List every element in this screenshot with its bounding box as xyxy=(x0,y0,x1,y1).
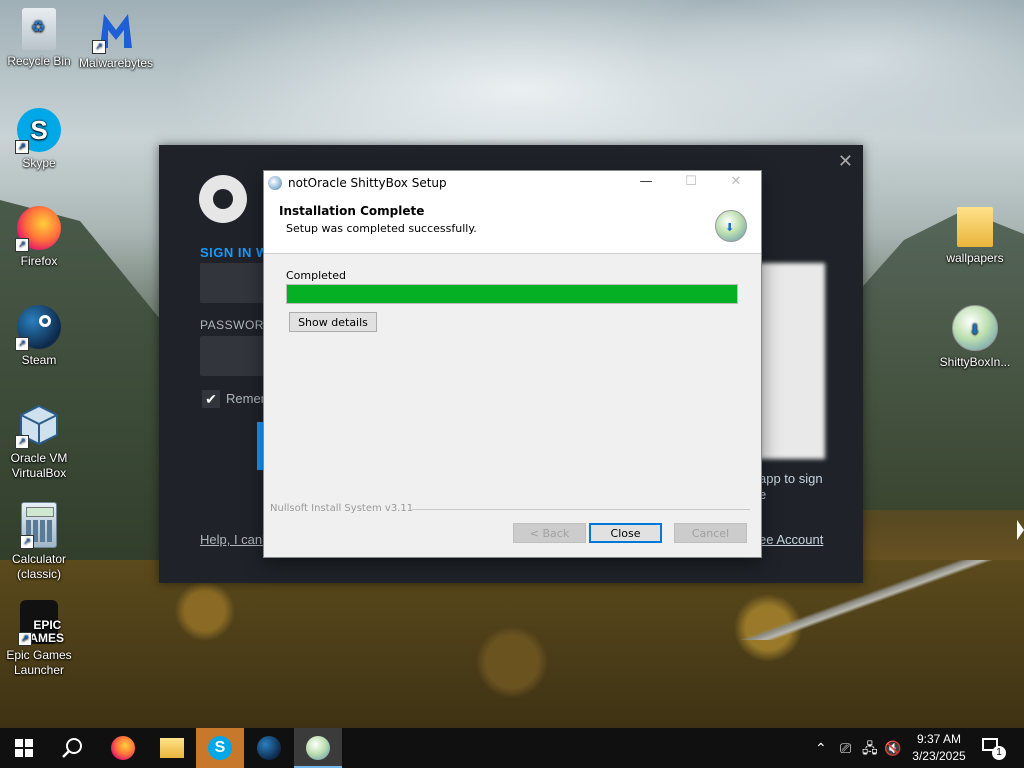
desktop-icon-skype[interactable]: S ↗ Skype xyxy=(1,108,77,171)
start-button[interactable] xyxy=(0,728,48,768)
installer-icon: ⬇ xyxy=(952,305,998,351)
desktop-icon-recycle-bin[interactable]: ♻ Recycle Bin xyxy=(1,8,77,69)
steam-qr-code xyxy=(759,263,825,459)
steam-app-sign-in-text: app to sign e xyxy=(759,471,823,502)
virtualbox-icon: ↗ xyxy=(15,403,61,449)
dialog-title: notOracle ShittyBox Setup xyxy=(288,176,447,190)
close-window-button: ✕ xyxy=(730,174,742,189)
taskbar-shittybox-setup[interactable] xyxy=(294,728,342,768)
close-button[interactable]: Close xyxy=(589,523,662,543)
taskbar-search-button[interactable] xyxy=(48,728,96,768)
progress-bar-fill xyxy=(287,285,737,303)
desktop-icon-wallpapers[interactable]: wallpapers xyxy=(937,207,1013,266)
steam-password-input[interactable] xyxy=(200,336,270,376)
installer-icon xyxy=(306,736,330,760)
desktop-icon-virtualbox[interactable]: ↗ Oracle VM VirtualBox xyxy=(1,403,77,481)
header-subtitle: Setup was completed successfully. xyxy=(286,222,477,235)
desktop-icon-malwarebytes[interactable]: ↗ Malwarebytes xyxy=(78,8,154,71)
shortcut-arrow-icon: ↗ xyxy=(18,632,32,646)
footer-divider xyxy=(412,509,750,510)
dialog-header: Installation Complete Setup was complete… xyxy=(264,196,761,254)
skype-icon: S xyxy=(208,736,232,760)
firefox-icon xyxy=(111,736,135,760)
desktop-icon-firefox[interactable]: ↗ Firefox xyxy=(1,206,77,269)
back-button: < Back xyxy=(513,523,586,543)
progress-bar xyxy=(286,284,738,304)
clock-time: 9:37 AM xyxy=(916,732,962,746)
shortcut-arrow-icon: ↗ xyxy=(15,140,29,154)
search-icon xyxy=(62,738,82,758)
taskbar-steam[interactable] xyxy=(245,728,293,768)
mouse-cursor-icon xyxy=(1017,520,1024,540)
steam-remember-checkbox[interactable]: ✔ xyxy=(202,390,220,408)
progress-status-label: Completed xyxy=(286,269,346,282)
show-details-button[interactable]: Show details xyxy=(289,312,377,332)
shortcut-arrow-icon: ↗ xyxy=(20,535,34,549)
desktop-icon-label: Oracle VM VirtualBox xyxy=(10,451,68,480)
taskbar-clock[interactable]: 9:37 AM 3/23/2025 xyxy=(904,731,974,765)
desktop-icon-calculator[interactable]: ↗ Calculator (classic) xyxy=(1,502,77,582)
steam-create-account-link[interactable]: ee Account xyxy=(759,532,823,547)
minimize-button[interactable]: — xyxy=(626,174,666,189)
steam-remember-label: Remen xyxy=(226,391,268,406)
cancel-button: Cancel xyxy=(674,523,747,543)
steam-account-name-input[interactable] xyxy=(200,263,270,303)
installer-title-icon xyxy=(268,176,282,190)
skype-icon: S ↗ xyxy=(15,108,61,154)
desktop-icon-steam[interactable]: ↗ Steam xyxy=(1,305,77,368)
shortcut-arrow-icon: ↗ xyxy=(92,40,106,54)
shortcut-arrow-icon: ↗ xyxy=(15,238,29,252)
steam-icon xyxy=(257,736,281,760)
shortcut-arrow-icon: ↗ xyxy=(15,337,29,351)
desktop-icon-label: wallpapers xyxy=(946,251,1004,265)
show-hidden-icons-icon[interactable]: ⌃ xyxy=(815,728,827,768)
setup-dialog[interactable]: notOracle ShittyBox Setup — ☐ ✕ Installa… xyxy=(263,170,762,558)
desktop-icon-label: Malwarebytes xyxy=(78,56,154,70)
taskbar-firefox[interactable] xyxy=(99,728,147,768)
network-icon[interactable]: 🖧 xyxy=(862,728,878,768)
maximize-button: ☐ xyxy=(685,174,697,189)
desktop-icon-epic-games[interactable]: EPIC GAMES ↗ Epic Games Launcher xyxy=(1,600,77,678)
steam-sign-in-label: SIGN IN W xyxy=(200,245,269,260)
desktop-icon-label: ShittyBoxIn... xyxy=(939,355,1011,369)
shortcut-arrow-icon: ↗ xyxy=(15,435,29,449)
steam-icon: ↗ xyxy=(15,305,61,351)
folder-icon xyxy=(957,207,993,247)
desktop-icon-label: Calculator (classic) xyxy=(11,552,67,581)
steam-close-icon[interactable]: ✕ xyxy=(838,151,853,172)
desktop-icon-label: Recycle Bin xyxy=(7,54,71,68)
volume-muted-icon[interactable]: 🔇 xyxy=(884,728,901,768)
meet-now-icon[interactable]: ⎚ xyxy=(840,728,851,768)
dialog-titlebar[interactable]: notOracle ShittyBox Setup — ☐ ✕ xyxy=(264,171,761,196)
action-center-button[interactable]: 1 xyxy=(982,736,1006,760)
epic-games-icon: EPIC GAMES ↗ xyxy=(18,600,64,646)
notification-count-badge: 1 xyxy=(992,746,1006,760)
desktop-icon-label: Skype xyxy=(22,156,56,170)
taskbar: S ⌃ ⎚ 🖧 🔇 9:37 AM 3/23/2025 1 xyxy=(0,728,1024,768)
steam-help-link[interactable]: Help, I can't xyxy=(200,532,268,547)
malwarebytes-icon: ↗ xyxy=(92,8,138,54)
desktop-icon-label: Firefox xyxy=(20,254,58,268)
calculator-icon: ↗ xyxy=(20,502,57,549)
recycle-bin-icon: ♻ xyxy=(22,8,56,50)
nsis-branding: Nullsoft Install System v3.11 xyxy=(270,503,414,514)
taskbar-skype[interactable]: S xyxy=(196,728,244,768)
desktop-icon-label: Steam xyxy=(21,353,57,367)
firefox-icon: ↗ xyxy=(15,206,61,252)
folder-icon xyxy=(160,738,184,758)
installer-header-icon xyxy=(715,210,747,242)
steam-logo-icon xyxy=(199,175,247,223)
clock-date: 3/23/2025 xyxy=(912,749,966,763)
desktop-icon-shittybox-installer[interactable]: ⬇ ShittyBoxIn... xyxy=(937,305,1013,370)
header-title: Installation Complete xyxy=(279,204,425,218)
taskbar-file-explorer[interactable] xyxy=(148,728,196,768)
windows-logo-icon xyxy=(15,739,33,757)
